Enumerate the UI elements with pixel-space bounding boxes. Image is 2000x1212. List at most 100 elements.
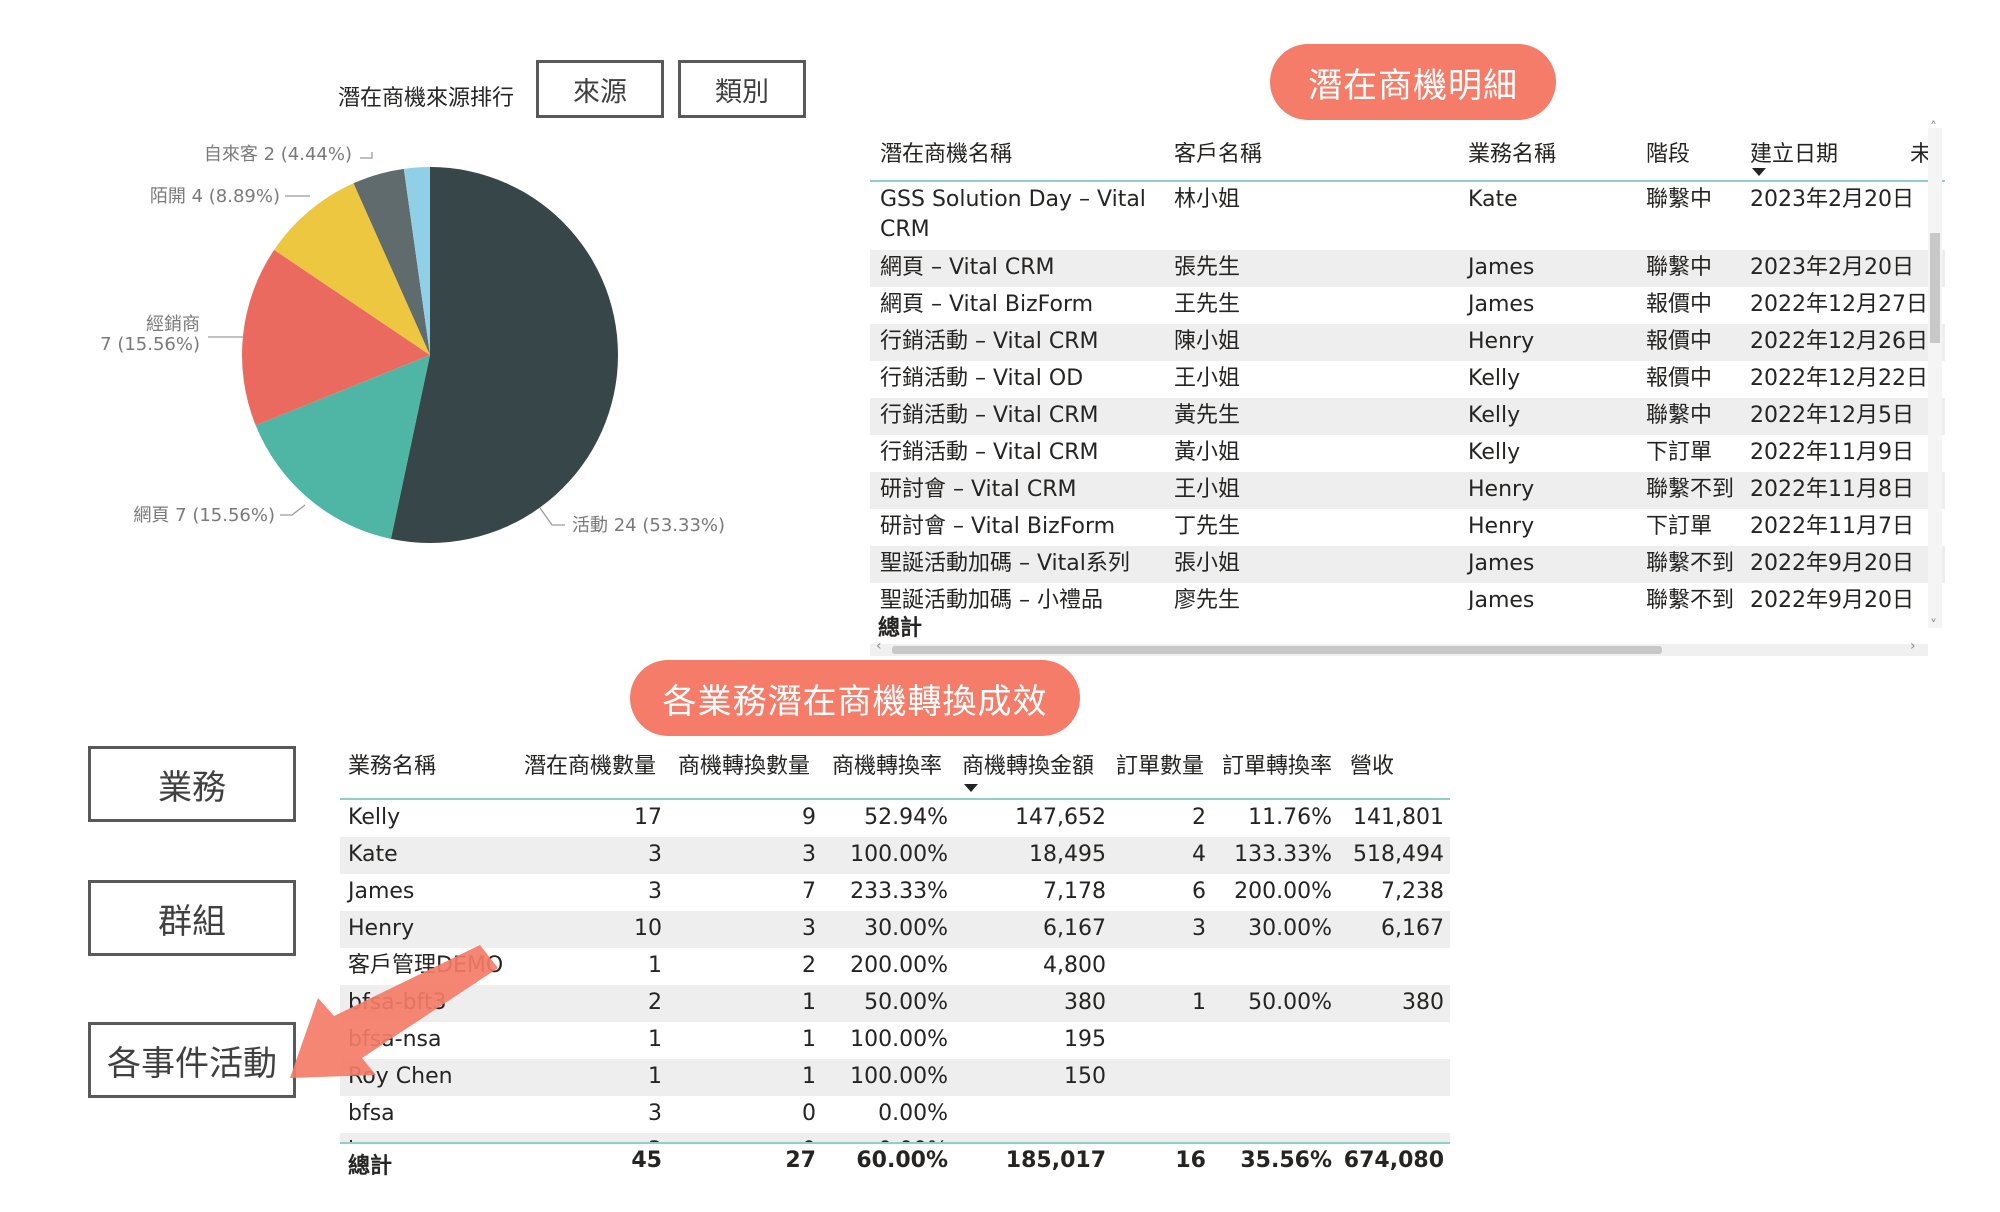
customer-cell: 黃小姐 bbox=[1174, 440, 1241, 465]
customer-cell: 張小姐 bbox=[1174, 551, 1241, 576]
detail-row[interactable]: 行銷活動 – Vital CRM 陳小姐 Henry 報價中 2022年12月26日 bbox=[870, 324, 1945, 361]
detail-vertical-scrollbar[interactable] bbox=[1928, 128, 1942, 628]
detail-row[interactable]: 行銷活動 – Vital CRM 黃小姐 Kelly 下訂單 2022年11月9日 bbox=[870, 435, 1945, 472]
orders-cell: 1 bbox=[1192, 990, 1206, 1015]
lead-name-cell: 聖誕活動加碼 – 小禮品 bbox=[880, 588, 1103, 610]
detail-horizontal-scroll-thumb[interactable] bbox=[892, 646, 1662, 654]
scroll-down-icon[interactable]: ˅ bbox=[1930, 618, 1937, 634]
sales-name-cell: Kelly bbox=[348, 805, 401, 830]
detail-table-body: GSS Solution Day – Vital CRM 林小姐 Kate 聯繫中 20… bbox=[870, 182, 1945, 610]
converted-cell: 7 bbox=[802, 879, 816, 904]
converted-cell: 1 bbox=[802, 1064, 816, 1089]
detail-row[interactable]: 網頁 – Vital BizForm 王先生 James 報價中 2022年12月27日 bbox=[870, 287, 1945, 324]
header-customer-name[interactable]: 客戶名稱 bbox=[1174, 136, 1262, 168]
leads-cell: 1 bbox=[648, 953, 662, 978]
lead-name-cell: 行銷活動 – Vital CRM bbox=[880, 440, 1099, 465]
detail-row[interactable]: 研討會 – Vital BizForm 丁先生 Henry 下訂單 2022年11月7日 bbox=[870, 509, 1945, 546]
conv-amount-cell: 4,800 bbox=[1043, 953, 1106, 978]
perf-header-conv-rate[interactable]: 商機轉換率 bbox=[832, 748, 942, 780]
converted-cell: 9 bbox=[802, 805, 816, 830]
perf-row[interactable]: Kate 3 3 100.00% 18,495 4 133.33% 518,494 bbox=[340, 837, 1450, 874]
lead-name-cell: 研討會 – Vital CRM bbox=[880, 477, 1077, 502]
detail-row[interactable]: 行銷活動 – Vital OD 王小姐 Kelly 報價中 2022年12月22日 bbox=[870, 361, 1945, 398]
perf-header-sales[interactable]: 業務名稱 bbox=[348, 748, 436, 780]
detail-row[interactable]: 網頁 – Vital CRM 張先生 James 聯繫中 2023年2月20日 bbox=[870, 250, 1945, 287]
perf-table-header: 業務名稱 潛在商機數量 商機轉換數量 商機轉換率 商機轉換金額 訂單數量 訂單轉… bbox=[340, 740, 1450, 800]
pie-label-web: 網頁 7 (15.56%) bbox=[133, 505, 275, 526]
lead-name-cell: 網頁 – Vital CRM bbox=[880, 255, 1055, 280]
date-cell: 2022年9月20日 bbox=[1750, 551, 1914, 576]
orders-cell: 3 bbox=[1192, 916, 1206, 941]
stage-cell: 報價中 bbox=[1646, 329, 1713, 354]
conv-rate-cell: 233.33% bbox=[850, 879, 948, 904]
customer-cell: 王小姐 bbox=[1174, 477, 1241, 502]
sales-cell: Kelly bbox=[1468, 440, 1521, 465]
header-lead-name[interactable]: 潛在商機名稱 bbox=[880, 136, 1012, 168]
scroll-right-icon[interactable]: › bbox=[1910, 638, 1916, 654]
sales-cell: Kate bbox=[1468, 187, 1518, 212]
orders-cell: 6 bbox=[1192, 879, 1206, 904]
perf-row[interactable]: bfsa 3 0 0.00% bbox=[340, 1096, 1450, 1133]
header-stage[interactable]: 階段 bbox=[1646, 136, 1690, 168]
detail-row[interactable]: 聖誕活動加碼 – 小禮品 廖先生 James 聯繫不到 2022年9月20日 bbox=[870, 583, 1945, 610]
sales-cell: James bbox=[1468, 292, 1535, 317]
perf-header-leads[interactable]: 潛在商機數量 bbox=[524, 748, 656, 780]
conv-amount-cell: 18,495 bbox=[1029, 842, 1106, 867]
lead-name-cell: 研討會 – Vital BizForm bbox=[880, 514, 1116, 539]
stage-cell: 下訂單 bbox=[1646, 514, 1713, 539]
date-cell: 2022年11月7日 bbox=[1750, 514, 1914, 539]
header-created-date[interactable]: 建立日期 bbox=[1750, 136, 1838, 168]
detail-row[interactable]: GSS Solution Day – Vital CRM 林小姐 Kate 聯繫中 20… bbox=[870, 182, 1945, 250]
date-cell: 2022年12月27日 bbox=[1750, 292, 1928, 317]
perf-row[interactable]: bruce-sa300.00% bbox=[340, 1133, 1450, 1142]
sales-cell: Henry bbox=[1468, 514, 1535, 539]
scroll-left-icon[interactable]: ‹ bbox=[876, 638, 882, 654]
revenue-cell: 6,167 bbox=[1381, 916, 1444, 941]
lead-name-cell: 行銷活動 – Vital CRM bbox=[880, 329, 1099, 354]
converted-cell: 2 bbox=[802, 953, 816, 978]
perf-header-order-rate[interactable]: 訂單轉換率 bbox=[1222, 748, 1332, 780]
pie-label-walkin: 自來客 2 (4.44%) bbox=[204, 144, 352, 165]
order-rate-cell: 11.76% bbox=[1248, 805, 1332, 830]
customer-cell: 黃先生 bbox=[1174, 403, 1241, 428]
sales-cell: Henry bbox=[1468, 477, 1535, 502]
sales-name-cell: bfsa bbox=[348, 1101, 395, 1126]
revenue-cell: 141,801 bbox=[1353, 805, 1444, 830]
date-cell: 2022年11月8日 bbox=[1750, 477, 1914, 502]
perf-header-revenue[interactable]: 營收 bbox=[1350, 748, 1394, 780]
detail-row[interactable]: 聖誕活動加碼 – Vital系列 張小姐 James 聯繫不到 2022年9月20日 bbox=[870, 546, 1945, 583]
perf-total-divider bbox=[340, 1142, 1450, 1144]
detail-row[interactable]: 研討會 – Vital CRM 王小姐 Henry 聯繫不到 2022年11月8日 bbox=[870, 472, 1945, 509]
perf-header-orders[interactable]: 訂單數量 bbox=[1116, 748, 1204, 780]
category-filter-button[interactable]: 類別 bbox=[678, 60, 806, 118]
perf-header-conv-amount[interactable]: 商機轉換金額 bbox=[962, 748, 1094, 780]
group-by-sales-button[interactable]: 業務 bbox=[88, 746, 296, 822]
perf-section-title: 各業務潛在商機轉換成效 bbox=[630, 660, 1080, 736]
conv-rate-cell: 100.00% bbox=[850, 1064, 948, 1089]
conv-amount-cell: 380 bbox=[1064, 990, 1106, 1015]
order-rate-cell: 200.00% bbox=[1234, 879, 1332, 904]
lead-name-cell: 網頁 – Vital BizForm bbox=[880, 292, 1094, 317]
total-converted-cell: 27 bbox=[785, 1148, 816, 1173]
sales-cell: Kelly bbox=[1468, 366, 1521, 391]
annotation-arrow-icon bbox=[290, 945, 498, 1078]
stage-cell: 報價中 bbox=[1646, 292, 1713, 317]
perf-row[interactable]: Kelly 17 9 52.94% 147,652 2 11.76% 141,801 bbox=[340, 800, 1450, 837]
detail-row[interactable]: 行銷活動 – Vital CRM 黃先生 Kelly 聯繫中 2022年12月5日 bbox=[870, 398, 1945, 435]
date-cell: 2023年2月20日 bbox=[1750, 187, 1914, 212]
perf-header-converted[interactable]: 商機轉換數量 bbox=[678, 748, 810, 780]
group-by-team-button[interactable]: 群組 bbox=[88, 880, 296, 956]
pie-label-activity: 活動 24 (53.33%) bbox=[572, 515, 725, 536]
detail-vertical-scroll-thumb[interactable] bbox=[1930, 233, 1940, 343]
source-filter-button[interactable]: 來源 bbox=[536, 60, 664, 118]
leads-cell: 17 bbox=[634, 805, 662, 830]
group-by-event-button[interactable]: 各事件活動 bbox=[88, 1022, 296, 1098]
scroll-up-icon[interactable]: ˄ bbox=[1930, 120, 1937, 136]
lead-detail-table: 潛在商機名稱 客戶名稱 業務名稱 階段 建立日期 未 GSS Solution … bbox=[870, 120, 1945, 658]
perf-row[interactable]: James 3 7 233.33% 7,178 6 200.00% 7,238 bbox=[340, 874, 1450, 911]
total-conv-rate-cell: 60.00% bbox=[856, 1148, 948, 1173]
order-rate-cell: 133.33% bbox=[1234, 842, 1332, 867]
header-sales-name[interactable]: 業務名稱 bbox=[1468, 136, 1556, 168]
conv-rate-cell: 50.00% bbox=[864, 990, 948, 1015]
stage-cell: 聯繫不到 bbox=[1646, 477, 1735, 502]
